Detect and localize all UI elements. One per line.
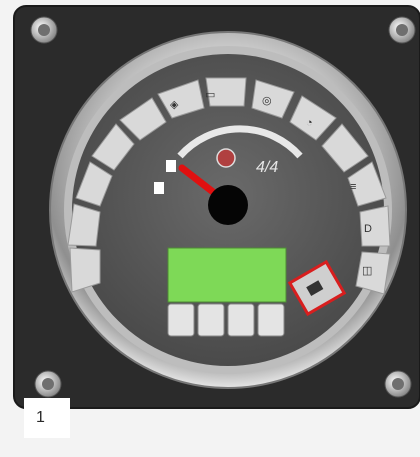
display-button-3[interactable] <box>227 303 255 337</box>
warning-lamp-icon <box>216 148 236 168</box>
display-button-1[interactable] <box>167 303 195 337</box>
display-button-4[interactable] <box>257 303 285 337</box>
fuel-fraction-label: 4/4 <box>256 159 278 176</box>
position-lights-icon: ◫ <box>362 265 372 277</box>
fuel-pump-icon <box>166 160 176 172</box>
battery-icon: ▭ <box>205 89 215 101</box>
fuel-pump-icon <box>154 182 164 194</box>
screw-icon <box>388 16 416 44</box>
display-button-2[interactable] <box>197 303 225 337</box>
oil-icon: ◈ <box>170 99 179 111</box>
screw-icon <box>384 370 412 398</box>
indicator-tile <box>67 203 101 247</box>
instrument-cluster-photo: ▭ ◈ ◎ ◔ ≡ D ◫ 4/4 <box>13 5 420 409</box>
lcd-screen <box>167 247 287 303</box>
coolant-icon: ◔ <box>306 117 313 129</box>
screw-icon <box>30 16 58 44</box>
brake-icon: ◎ <box>262 95 272 107</box>
headlight-icon: D <box>364 223 372 235</box>
figure-number: 1 <box>24 398 70 438</box>
needle-hub <box>208 185 248 225</box>
work-lights-icon: ≡ <box>350 181 356 193</box>
screw-icon <box>34 370 62 398</box>
